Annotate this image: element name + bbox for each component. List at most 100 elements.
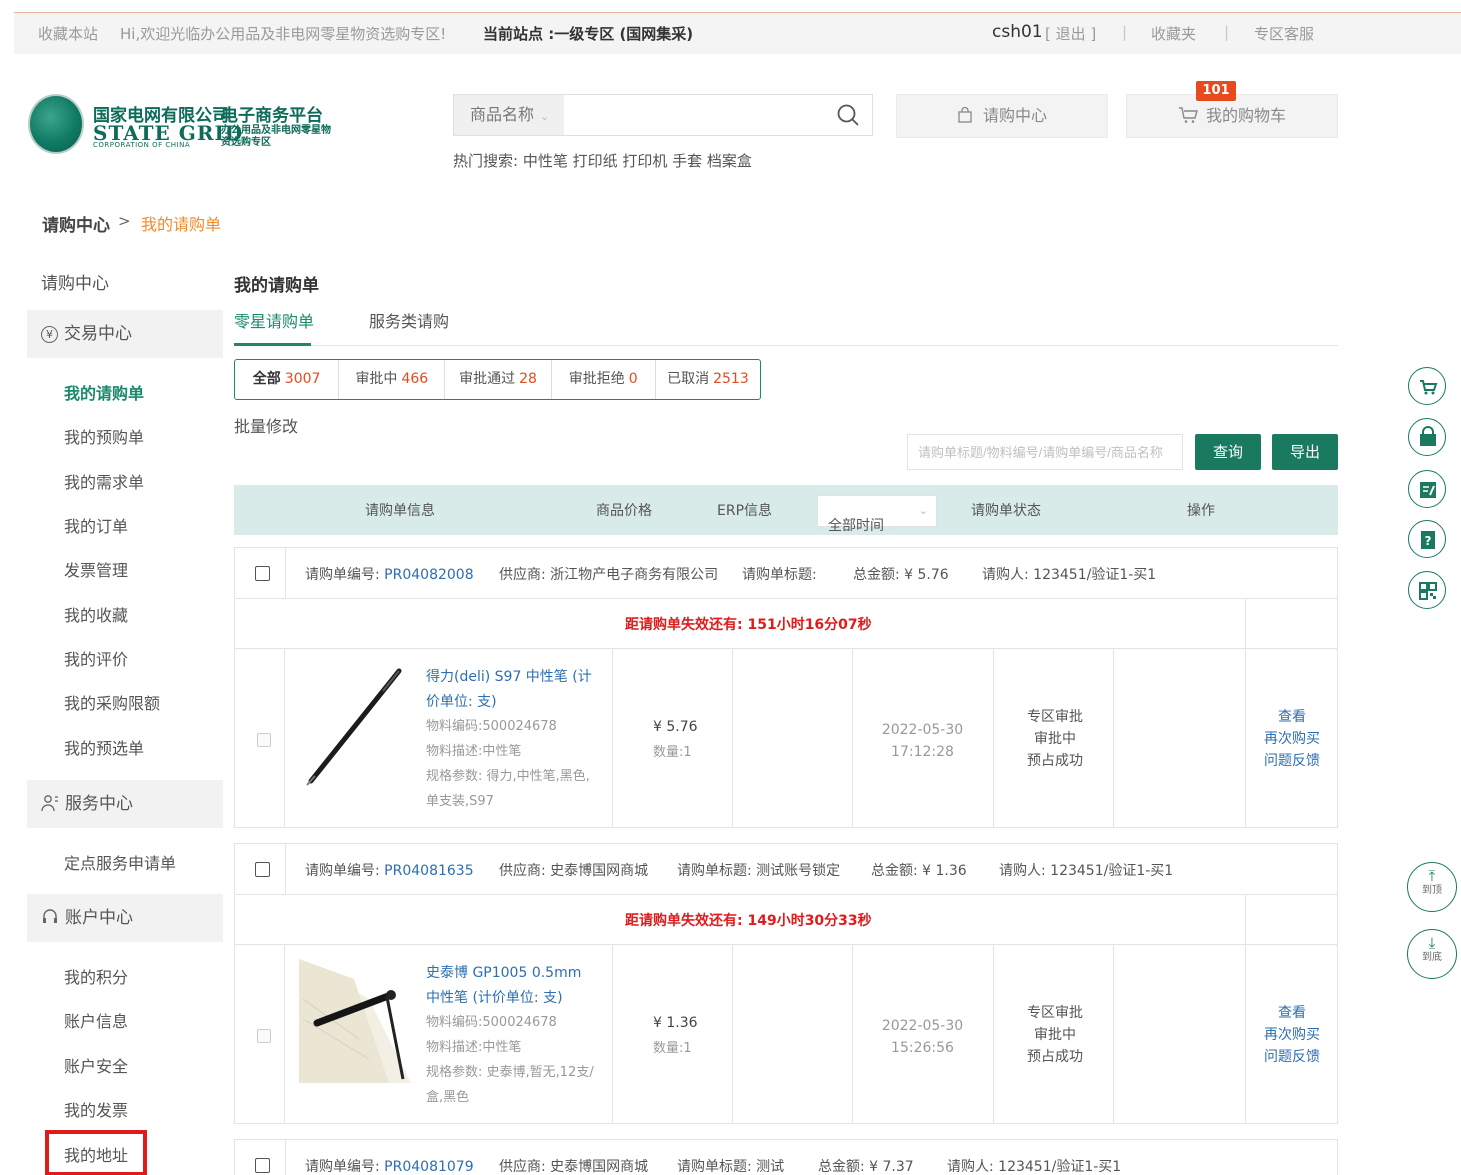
hot-search-label: 热门搜索: [453,152,519,170]
time-filter-select[interactable]: 全部时间 ⌄ [817,495,937,534]
sidebar-item-account-security[interactable]: 账户安全 [64,1053,128,1077]
sidebar-account-center[interactable]: 账户中心 [27,894,223,942]
status-tab-count: 28 [519,371,537,387]
search-icon[interactable] [836,103,860,127]
order-total: 总金额: ¥ 1.36 [871,863,967,879]
active-tab-indicator [234,343,311,346]
favorites-link[interactable]: 收藏夹 [1151,23,1196,44]
purchase-center-button[interactable]: 请购中心 [896,94,1108,138]
sidebar-item-my-demands[interactable]: 我的需求单 [64,469,144,493]
feedback-link[interactable]: 问题反馈 [1247,1046,1337,1068]
sidebar-item-my-invoices[interactable]: 我的发票 [64,1097,128,1121]
current-site-label: 当前站点 :一级专区 (国网集采) [483,25,694,43]
status-tab-pending[interactable]: 审批中 466 [339,360,446,399]
buy-again-link[interactable]: 再次购买 [1247,728,1337,750]
sidebar-service-center[interactable]: 服务中心 [27,780,223,828]
pen-product-image[interactable] [299,959,411,1083]
sidebar-item-invoice-management[interactable]: 发票管理 [64,557,128,581]
order-number-value[interactable]: PR04081079 [384,1159,473,1175]
order-status: 专区审批 审批中 预占成功 [995,706,1115,772]
order-header: 请购单编号: PR04081635 供应商: 史泰博国网商城 请购单标题: 测试… [234,843,1338,895]
state-grid-logo-icon[interactable] [28,94,84,154]
sidebar-item-my-preselection[interactable]: 我的预选单 [64,735,144,759]
status-tab-rejected[interactable]: 审批拒绝 0 [552,360,656,399]
pen-product-image[interactable] [299,663,411,787]
feedback-link[interactable]: 问题反馈 [1247,750,1337,772]
status-tab-all[interactable]: 全部 3007 [235,360,340,399]
hot-search: 热门搜索: 中性笔 打印纸 打印机 手套 档案盒 [453,150,752,171]
order-checkbox[interactable] [255,862,270,877]
view-link[interactable]: 查看 [1247,706,1337,728]
status-line: 专区审批 [1027,1005,1083,1021]
order-status: 专区审批 审批中 预占成功 [995,1002,1115,1068]
float-help-button[interactable]: ? [1408,520,1446,558]
bag-icon [958,106,972,123]
search-category-select[interactable]: 商品名称 ⌄ [454,95,564,135]
expiry-countdown: 距请购单失效还有: 151小时16分07秒 [625,617,872,633]
item-checkbox[interactable] [257,733,271,747]
scroll-bottom-button[interactable]: ⤓ 到底 [1407,929,1457,979]
divider [612,945,613,1123]
sidebar-item-my-reviews[interactable]: 我的评价 [64,646,128,670]
sidebar-trade-center-label: 交易中心 [64,324,132,344]
divider [993,649,994,827]
scroll-bottom-label: 到底 [1422,952,1442,963]
scroll-top-button[interactable]: ⤒ 到顶 [1407,862,1457,912]
query-button[interactable]: 查询 [1195,434,1261,470]
sidebar-item-my-orders[interactable]: 我的订单 [64,513,128,537]
order-number-value[interactable]: PR04081635 [384,863,473,879]
float-bag-button[interactable] [1408,418,1446,456]
order-number-label: 请购单编号: [305,567,380,583]
float-qrcode-button[interactable] [1408,571,1446,609]
buy-again-link[interactable]: 再次购买 [1247,1024,1337,1046]
order-total: 总金额: ¥ 5.76 [853,567,949,583]
order-date: 2022-05-30 [881,722,964,738]
sidebar-item-my-pre-orders[interactable]: 我的预购单 [64,424,144,448]
bookmark-site-link[interactable]: 收藏本站 [38,23,98,44]
product-name-link[interactable]: 得力(deli) S97 中性笔 (计价单位: 支) [426,665,596,715]
status-tab-approved[interactable]: 审批通过 28 [445,360,552,399]
bulk-edit-link[interactable]: 批量修改 [234,413,298,437]
sidebar-item-service-application[interactable]: 定点服务申请单 [64,850,176,874]
order-search-input[interactable] [907,434,1183,470]
tab-retail-purchase[interactable]: 零星请购单 [234,308,314,332]
logout-link[interactable]: [ 退出 ] [1045,23,1096,44]
cart-icon [1420,380,1438,395]
breadcrumb-root[interactable]: 请购中心 [42,211,110,236]
sidebar-item-my-purchase-orders[interactable]: 我的请购单 [64,380,144,404]
column-header-erp: ERP信息 [717,503,773,519]
float-cart-button[interactable] [1408,367,1446,405]
status-line: 审批中 [1034,731,1076,747]
sidebar-item-my-favorites[interactable]: 我的收藏 [64,602,128,626]
order-checkbox[interactable] [255,566,270,581]
arrow-up-icon: ⤒ [1428,867,1436,885]
divider: | [1122,23,1128,41]
tab-service-purchase[interactable]: 服务类请购 [369,308,449,332]
hot-search-terms[interactable]: 中性笔 打印纸 打印机 手套 档案盒 [523,152,752,170]
view-link[interactable]: 查看 [1247,1002,1337,1024]
export-button[interactable]: 导出 [1272,434,1338,470]
order-checkbox[interactable] [255,1158,270,1173]
item-checkbox[interactable] [257,1029,271,1043]
order-number-value[interactable]: PR04082008 [384,567,473,583]
sidebar-trade-center[interactable]: ¥ 交易中心 [27,310,223,358]
divider [852,649,853,827]
order-number: 请购单编号: PR04081635 [305,860,474,880]
status-tab-label: 审批拒绝 [568,371,625,387]
divider [284,649,285,827]
order-datetime: 2022-05-30 17:12:28 [855,719,990,763]
sidebar-item-purchase-limit[interactable]: 我的采购限额 [64,690,160,714]
customer-service-link[interactable]: 专区客服 [1254,23,1314,44]
search-input[interactable] [566,95,826,135]
sidebar-item-my-points[interactable]: 我的积分 [64,964,128,988]
product-name-link[interactable]: 史泰博 GP1005 0.5mm 中性笔 (计价单位: 支) [426,961,596,1011]
order-supplier: 供应商: 史泰博国网商城 [499,1159,649,1175]
order-time: 17:12:28 [891,744,954,760]
item-price: ¥ 5.76 [653,719,698,735]
spec-params: 规格参数: 得力,中性笔,黑色,单支装,S97 [426,769,590,809]
status-tab-cancelled[interactable]: 已取消 2513 [656,360,760,399]
sidebar-purchase-center[interactable]: 请购中心 [27,260,223,308]
divider [285,844,286,894]
float-edit-button[interactable] [1408,470,1446,508]
sidebar-item-account-info[interactable]: 账户信息 [64,1008,128,1032]
